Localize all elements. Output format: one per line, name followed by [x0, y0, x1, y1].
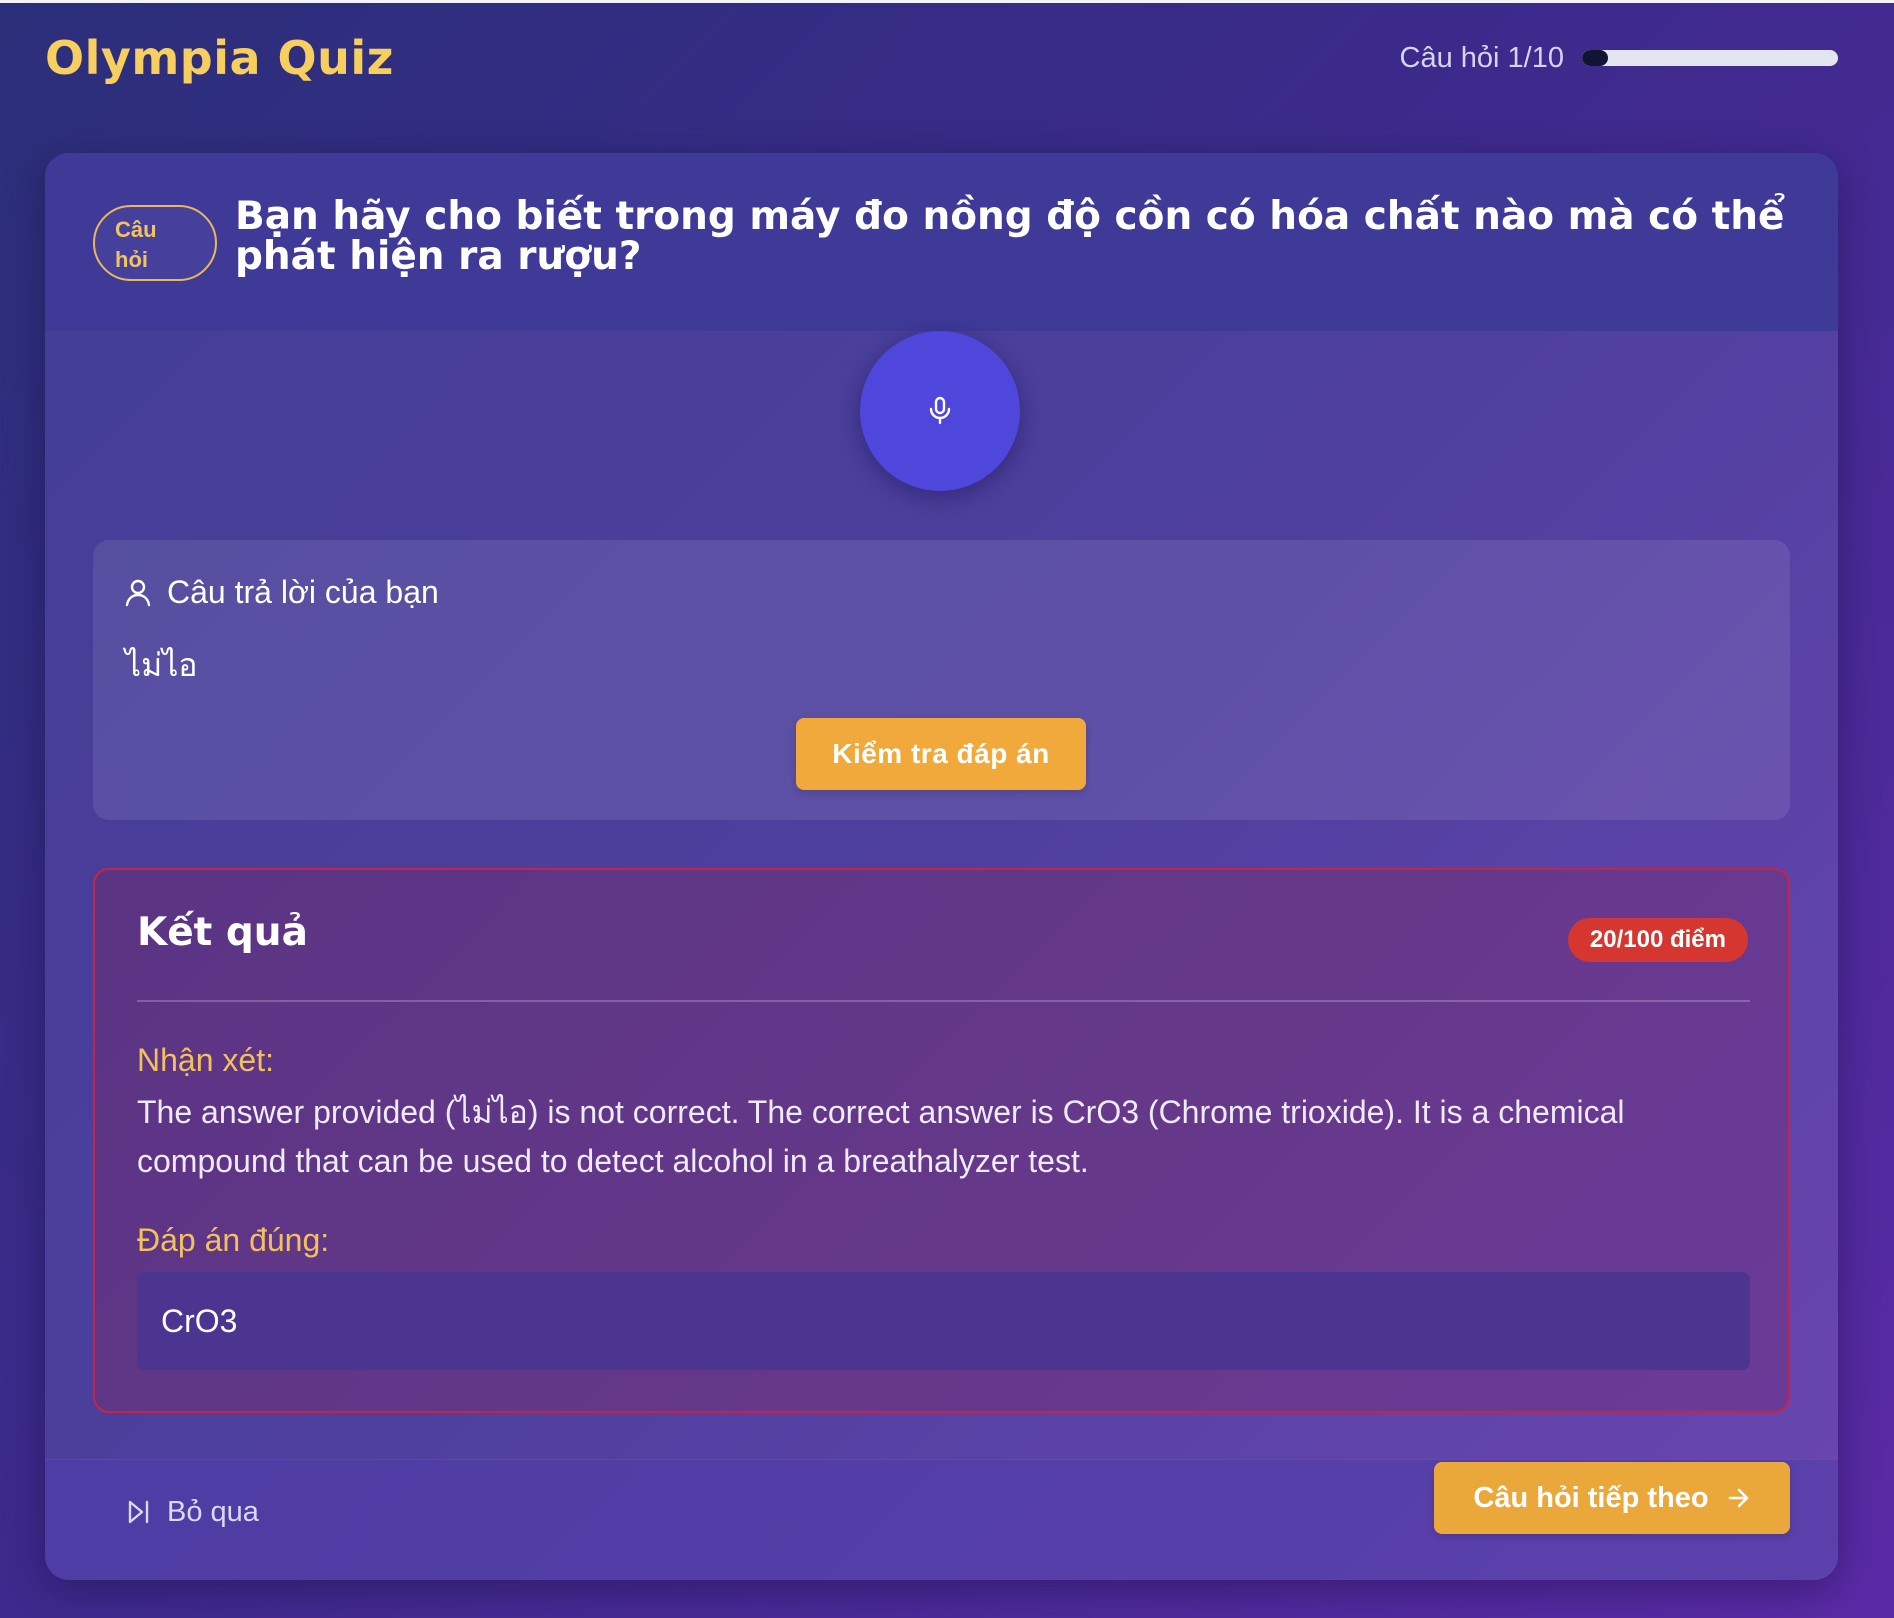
card-footer: Bỏ qua Câu hỏi tiếp theo: [45, 1459, 1838, 1580]
question-badge: Câu hỏi: [93, 205, 217, 281]
record-button[interactable]: [860, 331, 1020, 491]
result-panel: Kết quả 20/100 điểm Nhận xét: The answer…: [93, 868, 1790, 1413]
progress-label: Câu hỏi 1/10: [1399, 41, 1564, 74]
app-header: Olympia Quiz Câu hỏi 1/10: [45, 28, 1838, 88]
answer-panel: Câu trả lời của bạn ไม่ไอ Kiểm tra đáp á…: [93, 540, 1790, 820]
skip-label: Bỏ qua: [167, 1495, 259, 1528]
comment-text: The answer provided (ไม่ไอ) is not corre…: [137, 1094, 1625, 1179]
app-title: Olympia Quiz: [45, 31, 394, 85]
progress-bar: [1582, 50, 1838, 66]
microphone-icon: [929, 396, 951, 425]
answer-transcript: ไม่ไอ: [125, 647, 198, 683]
top-edge-line: [0, 0, 1894, 3]
arrow-right-icon: [1728, 1488, 1748, 1508]
answer-label-text: Câu trả lời của bạn: [167, 574, 439, 610]
score-badge: 20/100 điểm: [1567, 918, 1748, 962]
question-header: Câu hỏi Bạn hãy cho biết trong máy đo nồ…: [45, 153, 1838, 331]
answer-label: Câu trả lời của bạn: [125, 574, 439, 611]
result-title: Kết quả: [137, 910, 308, 955]
progress-indicator: Câu hỏi 1/10: [1400, 28, 1838, 88]
correct-answer-label: Đáp án đúng:: [137, 1222, 330, 1258]
next-question-label: Câu hỏi tiếp theo: [1473, 1481, 1709, 1514]
next-question-button[interactable]: Câu hỏi tiếp theo: [1434, 1462, 1790, 1534]
question-badge-line-2: hỏi: [115, 247, 148, 272]
result-divider: [137, 1000, 1750, 1002]
question-text: Bạn hãy cho biết trong máy đo nồng độ cồ…: [235, 194, 1785, 279]
correct-answer-value: CrO3: [137, 1272, 1750, 1370]
check-answer-button[interactable]: Kiểm tra đáp án: [796, 718, 1086, 790]
progress-bar-fill: [1582, 50, 1608, 66]
skip-button[interactable]: Bỏ qua: [127, 1476, 259, 1548]
skip-forward-icon: [128, 1500, 149, 1524]
user-icon: [125, 579, 151, 606]
quiz-card: Câu hỏi Bạn hãy cho biết trong máy đo nồ…: [45, 153, 1838, 1580]
comment-label: Nhận xét:: [137, 1042, 274, 1078]
question-badge-line-1: Câu: [115, 217, 157, 242]
